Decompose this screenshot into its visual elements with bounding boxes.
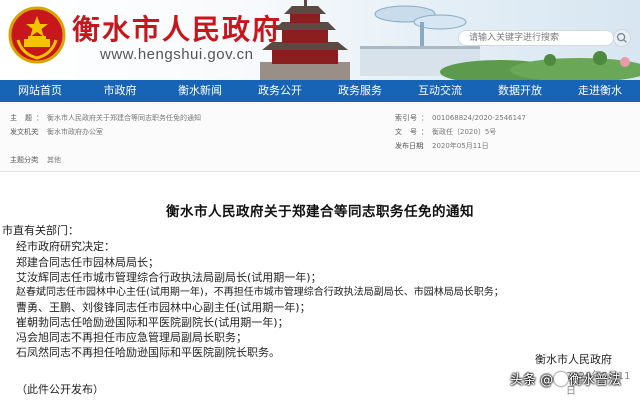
- meta-index-number: 索引号： 001068824/2020-2546147: [395, 114, 526, 122]
- source-watermark: 头条 @ 衡水普法: [510, 369, 621, 388]
- nav-item-news[interactable]: 衡水新闻: [160, 80, 240, 102]
- article-line: 赵春斌同志任市园林中心主任(试用期一年)，不再担任市城市管理综合行政执法局副局长…: [16, 287, 504, 298]
- meta-key: 主题分类: [10, 156, 38, 164]
- search-icon[interactable]: [613, 29, 631, 47]
- meta-value: 衡水市政府办公室: [47, 128, 103, 136]
- meta-value: 其他: [47, 156, 61, 164]
- article-line: 市直有关部门：: [2, 224, 79, 237]
- nav-item-government[interactable]: 市政府: [80, 80, 160, 102]
- meta-value: 2020年05月11日: [432, 142, 489, 150]
- signature-issuer: 衡水市人民政府: [535, 353, 612, 366]
- meta-key: 发布日期: [395, 142, 423, 150]
- meta-publish-date: 发布日期： 2020年05月11日: [395, 142, 489, 150]
- nav-item-disclosure[interactable]: 政务公开: [240, 80, 320, 102]
- nav-item-interaction[interactable]: 互动交流: [400, 80, 480, 102]
- meta-value: 衡政任〔2020〕5号: [432, 128, 497, 136]
- nav-item-about-hengshui[interactable]: 走进衡水: [560, 80, 640, 102]
- account-avatar-icon: [554, 372, 569, 386]
- national-emblem-icon: [8, 6, 66, 64]
- article-line: 艾汝辉同志任市城市管理综合行政执法局副局长(试用期一年)；: [16, 271, 322, 284]
- meta-key: 索引号: [395, 114, 417, 122]
- meta-key: 文号: [395, 128, 417, 136]
- meta-key: 发文机关: [10, 128, 38, 136]
- meta-value: 衡水市人民政府关于郑建合等同志职务任免的通知: [47, 114, 201, 122]
- meta-subject: 主题：衡水市人民政府关于郑建合等同志职务任免的通知: [10, 114, 201, 122]
- meta-issuer: 发文机关： 衡水市政府办公室: [10, 128, 103, 136]
- meta-value: 001068824/2020-2546147: [432, 114, 526, 122]
- meta-key: 主题: [10, 114, 32, 122]
- article-line: 曹勇、王鹏、刘俊锋同志任市园林中心副主任(试用期一年)；: [16, 301, 311, 314]
- article-title: 衡水市人民政府关于郑建合等同志职务任免的通知: [166, 204, 474, 220]
- publication-note: （此件公开发布）: [16, 383, 104, 396]
- nav-item-services[interactable]: 政务服务: [320, 80, 400, 102]
- watermark-prefix: 头条 @: [510, 373, 554, 388]
- meta-document-number: 文号：衡政任〔2020〕5号: [395, 128, 497, 136]
- article-line: 冯会旭同志不再担任市应急管理局副局长职务；: [16, 331, 247, 344]
- meta-category: 主题分类： 其他: [10, 156, 61, 164]
- article-line: 经市政府研究决定：: [16, 240, 115, 253]
- nav-item-open-data[interactable]: 数据开放: [480, 80, 560, 102]
- site-url: www.hengshui.gov.cn: [100, 46, 254, 63]
- watermark-account: 衡水普法: [569, 373, 622, 388]
- article-line: 郑建合同志任市园林局局长；: [16, 256, 159, 269]
- main-nav: 网站首页 市政府 衡水新闻 政务公开 政务服务 互动交流 数据开放 走进衡水: [0, 80, 640, 102]
- nav-item-home[interactable]: 网站首页: [0, 80, 80, 102]
- site-header: 衡水市人民政府 www.hengshui.gov.cn 请输入关键字进行搜索: [0, 0, 640, 80]
- article-line: 崔朝勃同志任哈励逊国际和平医院副院长(试用期一年)；: [16, 316, 289, 329]
- article-line: 石凤然同志不再担任哈励逊国际和平医院副院长职务。: [16, 346, 280, 359]
- document-meta-panel: 主题：衡水市人民政府关于郑建合等同志职务任免的通知 发文机关： 衡水市政府办公室 …: [0, 102, 640, 172]
- search-input[interactable]: 请输入关键字进行搜索: [458, 30, 614, 46]
